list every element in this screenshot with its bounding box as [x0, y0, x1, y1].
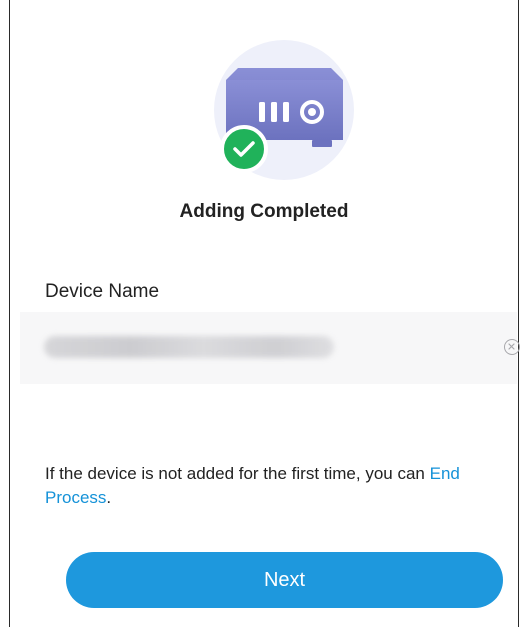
device-name-label: Device Name: [45, 281, 160, 302]
next-button[interactable]: Next: [66, 552, 503, 608]
page-title: Adding Completed: [179, 201, 349, 222]
info-note-text: If the device is not added for the first…: [45, 464, 425, 483]
info-note: If the device is not added for the first…: [45, 462, 515, 510]
check-circle-icon: [220, 125, 268, 173]
clear-icon[interactable]: [504, 339, 520, 355]
device-name-value: [44, 336, 334, 358]
info-note-suffix: .: [106, 488, 112, 507]
